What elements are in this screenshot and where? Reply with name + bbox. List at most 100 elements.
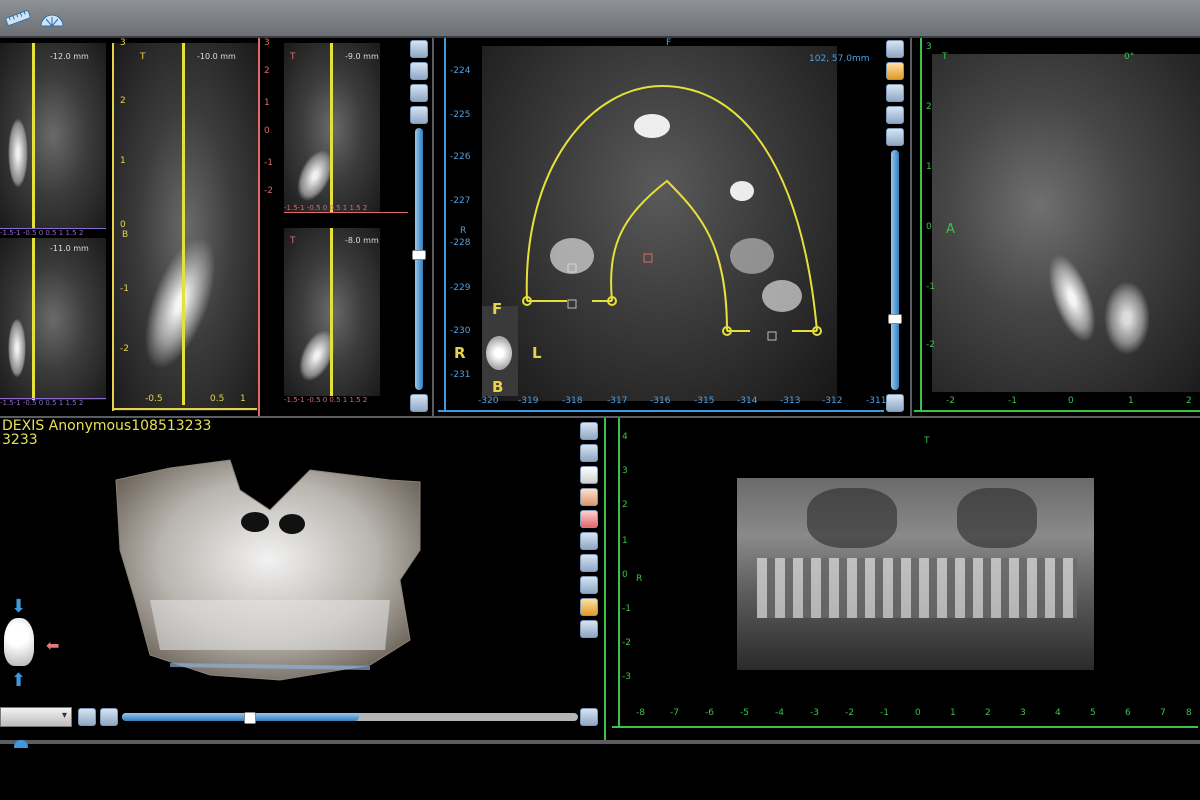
print-icon[interactable] bbox=[410, 84, 428, 102]
ruler-tick: -227 bbox=[450, 196, 471, 206]
ruler-tick: -2 bbox=[926, 340, 935, 350]
head-orientation-icon[interactable] bbox=[4, 618, 34, 666]
reset-view-icon[interactable] bbox=[580, 422, 598, 440]
reset-view-icon[interactable] bbox=[886, 40, 904, 58]
cross-section-panel: -12.0 mm -1.5-1 -0.5 0 0.5 1 1.5 2 -11.0… bbox=[0, 38, 432, 416]
skull-3d-render[interactable] bbox=[110, 440, 430, 690]
sinus-region bbox=[807, 488, 897, 548]
axis-label: -1.5-1 -0.5 0 0.5 1 1.5 2 bbox=[284, 204, 408, 213]
vertical-ruler: 3 2 1 0 -1 -2 bbox=[112, 38, 129, 410]
scroll-up-icon[interactable] bbox=[410, 106, 428, 124]
ruler-tick: -231 bbox=[450, 370, 471, 380]
face-icon[interactable] bbox=[580, 488, 598, 506]
ruler-tick: 2 bbox=[264, 66, 270, 76]
ruler-tick: -230 bbox=[450, 326, 471, 336]
scroll-up-icon[interactable] bbox=[886, 128, 904, 146]
ruler-tick: 1 bbox=[926, 162, 932, 172]
nerve-tool-icon[interactable] bbox=[580, 598, 598, 616]
layout-icon[interactable] bbox=[580, 576, 598, 594]
axis-tick: 0.5 bbox=[210, 394, 225, 404]
status-bar-border bbox=[0, 740, 1200, 744]
ruler-tick: -1 bbox=[1008, 396, 1017, 406]
protractor-icon[interactable] bbox=[38, 6, 66, 30]
scroll-left-icon[interactable] bbox=[100, 708, 118, 726]
ruler-tick: -317 bbox=[607, 396, 628, 406]
ruler-tick: 6 bbox=[1125, 708, 1131, 718]
ruler-tick: 1 bbox=[120, 156, 126, 166]
ruler-tick: -319 bbox=[518, 396, 539, 406]
axis-tick: 1 bbox=[240, 394, 246, 404]
ruler-tick: -2 bbox=[264, 186, 273, 196]
panoramic-image[interactable] bbox=[737, 478, 1094, 670]
reset-view-icon[interactable] bbox=[410, 40, 428, 58]
ruler-tick: 1 bbox=[1128, 396, 1134, 406]
measure-icon[interactable] bbox=[886, 84, 904, 102]
slice-slider[interactable] bbox=[891, 150, 899, 390]
skull-icon[interactable] bbox=[580, 466, 598, 484]
ruler-icon[interactable] bbox=[4, 6, 32, 30]
ruler-tick: 0 bbox=[120, 220, 126, 230]
render-preset-dropdown[interactable]: ▾ bbox=[0, 707, 72, 727]
layout-icon[interactable] bbox=[410, 62, 428, 80]
print-icon[interactable] bbox=[580, 620, 598, 638]
ruler-tick: -224 bbox=[450, 66, 471, 76]
ruler-tick: -1 bbox=[926, 282, 935, 292]
slice-line bbox=[330, 228, 333, 396]
orientation-top: T bbox=[290, 236, 296, 246]
ruler-tick: 1 bbox=[622, 536, 628, 546]
slice-distance-label: -12.0 mm bbox=[50, 52, 89, 61]
x-ruler-labels: -8 -7 -6 -5 -4 -3 -2 -1 0 1 2 3 4 5 6 7 … bbox=[606, 708, 1200, 722]
rotation-slider[interactable] bbox=[122, 713, 578, 721]
ruler-tick: -2 bbox=[120, 344, 129, 354]
slice-distance-label: -8.0 mm bbox=[345, 236, 379, 245]
vertical-ruler-red: 3 2 1 0 -1 -2 bbox=[258, 38, 284, 416]
vertical-ruler-blue bbox=[438, 38, 446, 410]
sagittal-panel: T 0° A 3 2 1 0 -1 -2 -2 -1 0 1 2 bbox=[912, 38, 1200, 416]
landscape-icon[interactable] bbox=[580, 532, 598, 550]
ruler-tick: 0 bbox=[264, 126, 270, 136]
ruler-tick: -2 bbox=[946, 396, 955, 406]
slice-line bbox=[330, 43, 333, 213]
ruler-tick: 8 bbox=[1186, 708, 1192, 718]
orientation-top: T bbox=[924, 436, 930, 446]
arch-tool-icon[interactable] bbox=[886, 62, 904, 80]
vertical-ruler-green bbox=[914, 38, 922, 410]
arrow-up-icon[interactable]: ⬆ bbox=[11, 670, 26, 691]
orientation-top: T bbox=[942, 52, 948, 62]
ruler-tick: 2 bbox=[622, 500, 628, 510]
axis-tick: -0.5 bbox=[145, 394, 163, 404]
slice-slider-handle[interactable] bbox=[412, 250, 426, 260]
horizontal-ruler-green bbox=[612, 726, 1198, 728]
print-icon[interactable] bbox=[886, 106, 904, 124]
teeth-row bbox=[757, 558, 1077, 618]
ruler-tick: 4 bbox=[1055, 708, 1061, 718]
ruler-tick: 1 bbox=[264, 98, 270, 108]
rotation-slider-handle[interactable] bbox=[244, 712, 256, 724]
arrow-down-icon[interactable]: ⬇ bbox=[11, 596, 26, 617]
ruler-tick: -316 bbox=[650, 396, 671, 406]
ruler-tick: 1 bbox=[950, 708, 956, 718]
crosshair-icon[interactable] bbox=[580, 510, 598, 528]
ruler-tick: -2 bbox=[622, 638, 631, 648]
measure-icon[interactable] bbox=[580, 444, 598, 462]
ruler-tick: 2 bbox=[985, 708, 991, 718]
orientation-side: R bbox=[460, 226, 467, 236]
horizontal-ruler-blue bbox=[438, 410, 884, 412]
ruler-tick: 2 bbox=[926, 102, 932, 112]
scroll-down-icon[interactable] bbox=[410, 394, 428, 412]
anterior-marker: A bbox=[946, 222, 955, 237]
panoramic-panel: T R 4 3 2 1 0 -1 -2 -3 -8 -7 -6 -5 -4 -3… bbox=[606, 418, 1200, 740]
ruler-tick: -3 bbox=[622, 672, 631, 682]
arrow-left-icon[interactable]: ⬅ bbox=[46, 636, 59, 655]
scroll-right-icon[interactable] bbox=[580, 708, 598, 726]
grid-icon[interactable] bbox=[580, 554, 598, 572]
slice-slider-handle[interactable] bbox=[888, 314, 902, 324]
ruler-tick: 5 bbox=[1090, 708, 1096, 718]
scroll-down-icon[interactable] bbox=[886, 394, 904, 412]
status-indicator-icon bbox=[14, 740, 28, 748]
horizontal-ruler-green bbox=[914, 410, 1200, 412]
zoom-icon[interactable] bbox=[78, 708, 96, 726]
ruler-tick: -314 bbox=[737, 396, 758, 406]
ruler-tick: 3 bbox=[1020, 708, 1026, 718]
ruler-tick: 3 bbox=[264, 38, 270, 48]
